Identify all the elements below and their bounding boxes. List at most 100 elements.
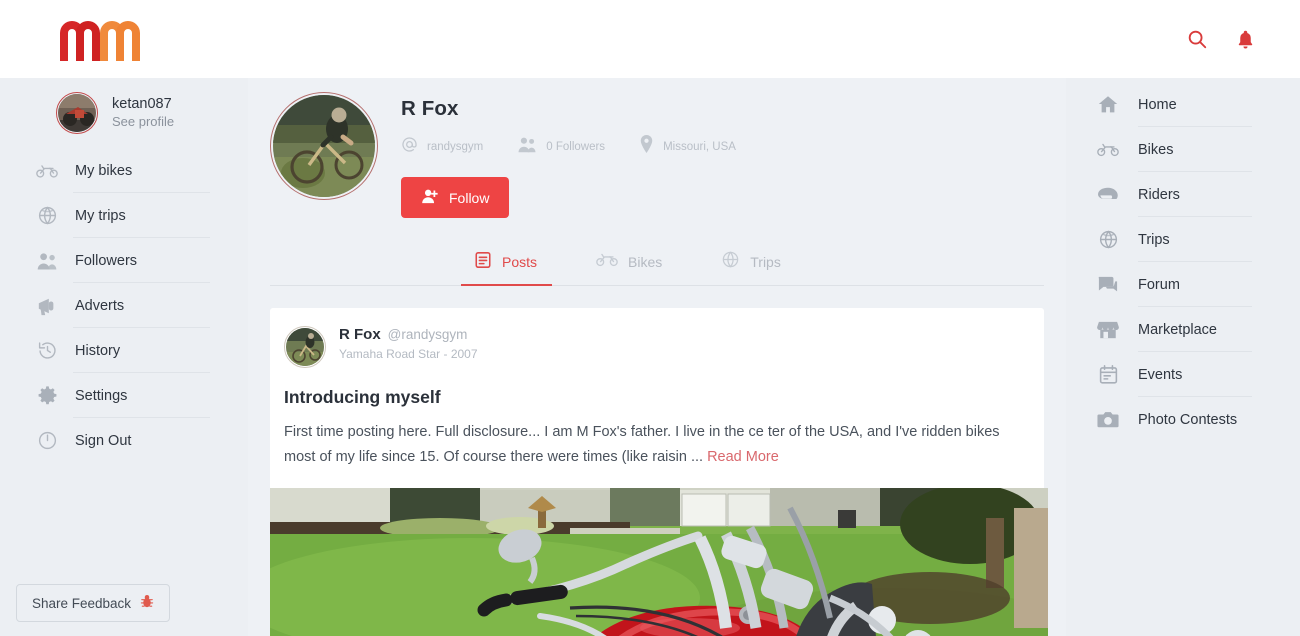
post-bike-info: Yamaha Road Star - 2007 (339, 347, 478, 361)
profile-followers: 0 Followers (517, 136, 605, 158)
post-header: R Fox @randysgym Yamaha Road Star - 2007 (284, 326, 1030, 368)
sidebar-label: Riders (1138, 186, 1180, 203)
gear-icon (36, 385, 58, 407)
post-body: First time posting here. Full disclosure… (284, 420, 1030, 470)
sidebar-label: Adverts (75, 297, 125, 314)
post-photo-red-motorcycle[interactable] (270, 488, 1048, 636)
sidebar-label: Trips (1138, 231, 1170, 248)
profile-followers-text: 0 Followers (546, 140, 606, 153)
post-author-row: R Fox @randysgym (339, 326, 478, 343)
top-bar (0, 0, 1300, 78)
top-bar-icons (1184, 26, 1278, 52)
sidebar-label: Settings (75, 387, 128, 404)
post-author-avatar-image (286, 328, 324, 366)
right-sidebar: Home Bikes Riders Trips Forum Marketplac… (1066, 78, 1300, 636)
motorcycle-icon (36, 160, 58, 182)
left-sidebar: ketan087 See profile My bikes My trips F… (0, 78, 248, 636)
sidebar-item-home[interactable]: Home (1066, 82, 1300, 127)
sidebar-item-sign-out[interactable]: Sign Out (0, 418, 248, 463)
post-author-block: R Fox @randysgym Yamaha Road Star - 2007 (339, 326, 478, 361)
sidebar-item-adverts[interactable]: Adverts (0, 283, 248, 328)
sidebar-label: Bikes (1138, 141, 1174, 158)
sidebar-item-my-bikes[interactable]: My bikes (0, 148, 248, 193)
home-icon (1097, 94, 1119, 116)
sidebar-item-riders[interactable]: Riders (1066, 172, 1300, 217)
sidebar-item-photo-contests[interactable]: Photo Contests (1066, 397, 1300, 442)
profile-location-text: Missouri, USA (663, 140, 736, 153)
profile-handle-text: randysgym (427, 140, 484, 153)
app-root: ketan087 See profile My bikes My trips F… (0, 0, 1300, 636)
post-title: Introducing myself (284, 387, 441, 407)
sidebar-label: Followers (75, 252, 138, 269)
profile-meta: R Fox randysgym 0 Followers Missouri, US… (401, 92, 736, 218)
follow-button[interactable]: Follow (401, 177, 510, 218)
sidebar-item-forum[interactable]: Forum (1066, 262, 1300, 307)
map-pin-icon (639, 135, 654, 158)
calendar-icon (1097, 364, 1119, 386)
follow-button-label: Follow (449, 189, 490, 206)
post-author-avatar[interactable] (284, 326, 326, 368)
sidebar-item-bikes[interactable]: Bikes (1066, 127, 1300, 172)
store-icon (1097, 319, 1119, 341)
sidebar-label: Sign Out (75, 432, 132, 449)
page-title: R Fox (401, 97, 459, 120)
sidebar-avatar[interactable] (56, 92, 98, 134)
profile-stats: randysgym 0 Followers Missouri, USA (401, 135, 736, 158)
history-clock-icon (36, 340, 58, 362)
sidebar-label: Events (1138, 366, 1183, 383)
sidebar-user-block[interactable]: ketan087 See profile (0, 78, 248, 148)
read-more-link[interactable]: Read More (707, 449, 779, 465)
main-content: R Fox randysgym 0 Followers Missouri, US… (248, 78, 1066, 636)
post-body-text: First time posting here. Full disclosure… (284, 424, 1000, 465)
search-icon[interactable] (1184, 26, 1210, 52)
chat-icon (1097, 274, 1119, 296)
tab-bikes[interactable]: Bikes (596, 242, 662, 283)
camera-icon (1097, 409, 1119, 431)
tab-posts[interactable]: Posts (460, 241, 553, 286)
tab-trips[interactable]: Trips (721, 240, 781, 285)
sidebar-label: History (75, 342, 121, 359)
megaphone-icon (36, 295, 58, 317)
helmet-icon (1097, 184, 1119, 206)
sidebar-label: Marketplace (1138, 321, 1217, 338)
person-add-icon (421, 188, 440, 207)
notification-bell-icon[interactable] (1232, 26, 1258, 52)
globe-icon (36, 205, 58, 227)
motorcycle-icon (1097, 139, 1119, 161)
share-feedback-label: Share Feedback (32, 595, 132, 611)
power-icon (36, 430, 58, 452)
profile-avatar-image (273, 95, 375, 197)
sidebar-item-events[interactable]: Events (1066, 352, 1300, 397)
sidebar-item-my-trips[interactable]: My trips (0, 193, 248, 238)
sidebar-item-trips[interactable]: Trips (1066, 217, 1300, 262)
sidebar-label: My trips (75, 207, 126, 224)
sidebar-see-profile[interactable]: See profile (112, 113, 174, 130)
sidebar-label: Home (1138, 96, 1177, 113)
motorcycle-icon (596, 252, 618, 272)
sidebar-item-marketplace[interactable]: Marketplace (1066, 307, 1300, 352)
post-card: R Fox @randysgym Yamaha Road Star - 2007… (270, 308, 1048, 636)
bug-icon (140, 594, 154, 612)
share-feedback-button[interactable]: Share Feedback (16, 584, 171, 622)
sidebar-label: My bikes (75, 162, 133, 179)
globe-icon (1097, 229, 1119, 251)
sidebar-item-history[interactable]: History (0, 328, 248, 373)
globe-icon (721, 250, 740, 274)
profile-header: R Fox randysgym 0 Followers Missouri, US… (270, 78, 1044, 218)
profile-tabs: Posts Bikes Trips (270, 240, 1044, 286)
people-icon (517, 136, 537, 158)
feedback-wrapper: Share Feedback (0, 584, 248, 622)
sidebar-label: Forum (1138, 276, 1180, 293)
sidebar-user-text: ketan087 See profile (112, 96, 174, 130)
at-icon (401, 136, 418, 158)
left-nav-list: My bikes My trips Followers Adverts Hist… (0, 148, 248, 463)
sidebar-avatar-image (58, 94, 96, 132)
tab-label: Posts (502, 254, 538, 270)
sidebar-item-settings[interactable]: Settings (0, 373, 248, 418)
profile-location: Missouri, USA (639, 135, 736, 158)
profile-avatar[interactable] (270, 92, 378, 200)
post-author-handle: @randysgym (387, 327, 468, 342)
tab-label: Bikes (628, 254, 663, 270)
mm-logo[interactable] (56, 17, 140, 61)
sidebar-item-followers[interactable]: Followers (0, 238, 248, 283)
